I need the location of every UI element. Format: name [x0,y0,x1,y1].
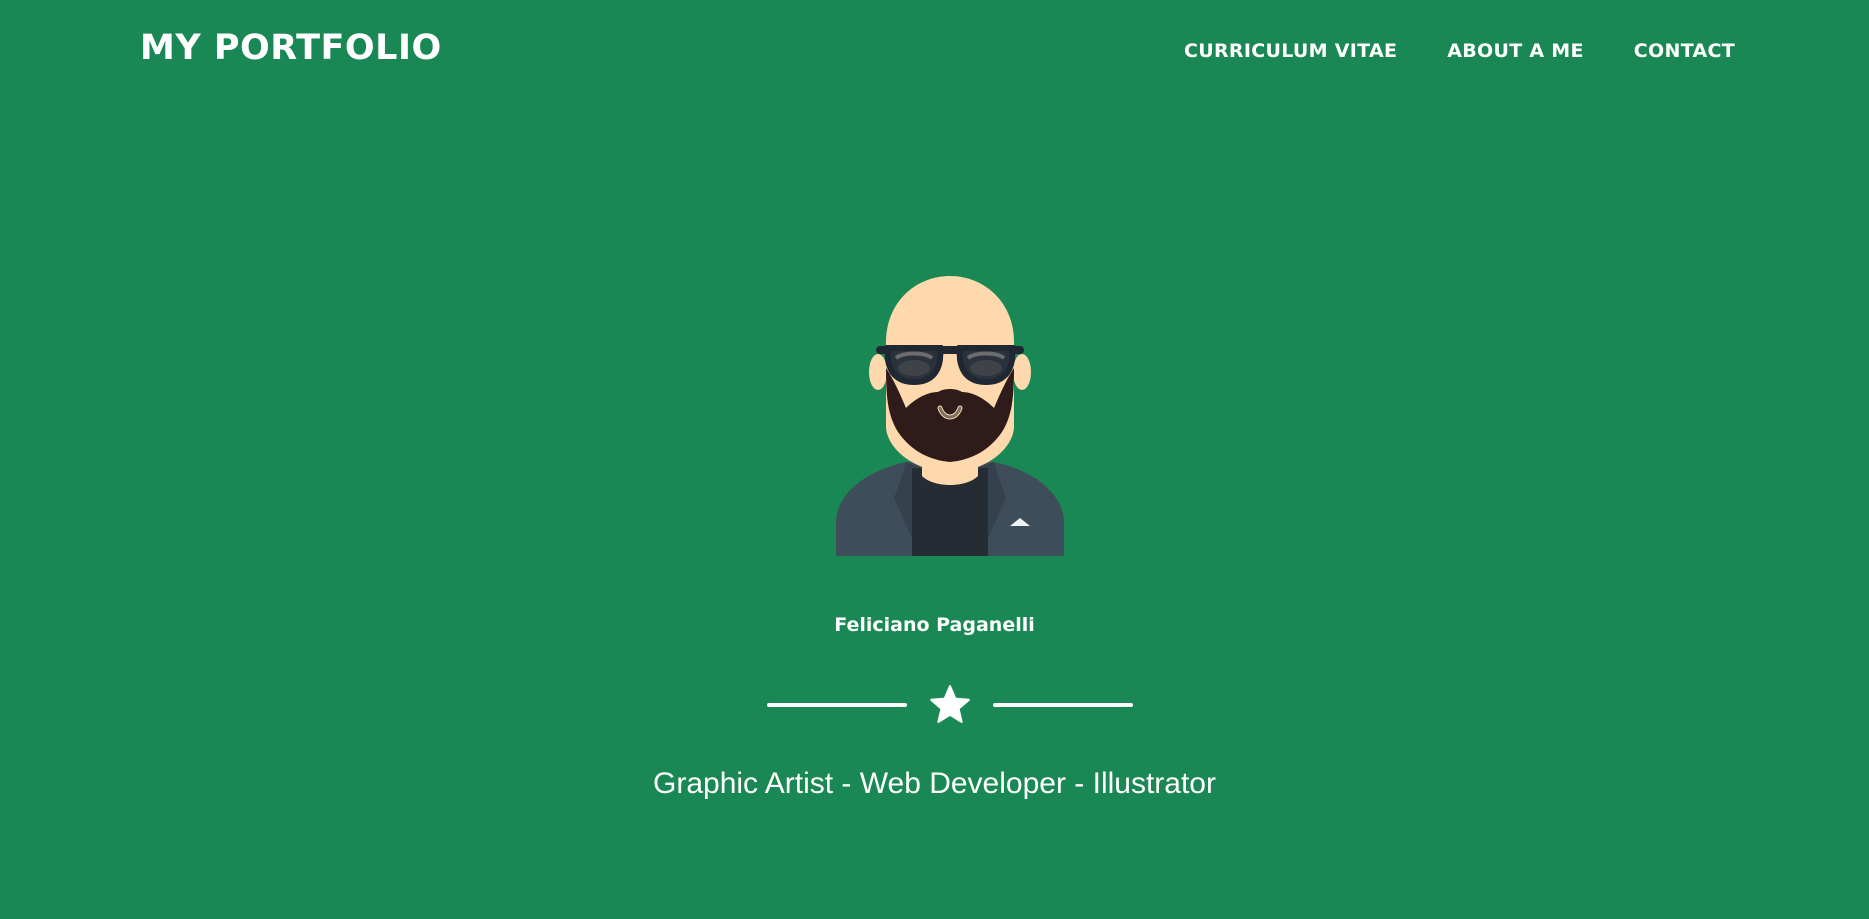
divider-line-right [993,703,1133,707]
nav-link-contact[interactable]: CONTACT [1634,40,1735,62]
star-divider [767,683,1133,727]
person-name: Feliciano Paganelli [834,614,1035,636]
divider-line-left [767,703,907,707]
nav-link-curriculum-vitae[interactable]: CURRICULUM VITAE [1184,40,1397,62]
nav-item: CURRICULUM VITAE [1184,40,1397,62]
navbar: MY PORTFOLIO CURRICULUM VITAE ABOUT A ME… [0,0,1869,104]
nav-link-about[interactable]: ABOUT A ME [1447,40,1584,62]
tagline: Graphic Artist - Web Developer - Illustr… [653,767,1216,800]
nav-item: CONTACT [1634,40,1735,62]
brand-link[interactable]: MY PORTFOLIO [140,28,442,68]
nav-menu: CURRICULUM VITAE ABOUT A ME CONTACT [1184,40,1735,62]
avatar [836,276,1064,556]
star-icon [930,685,970,723]
nav-item: ABOUT A ME [1447,40,1584,62]
